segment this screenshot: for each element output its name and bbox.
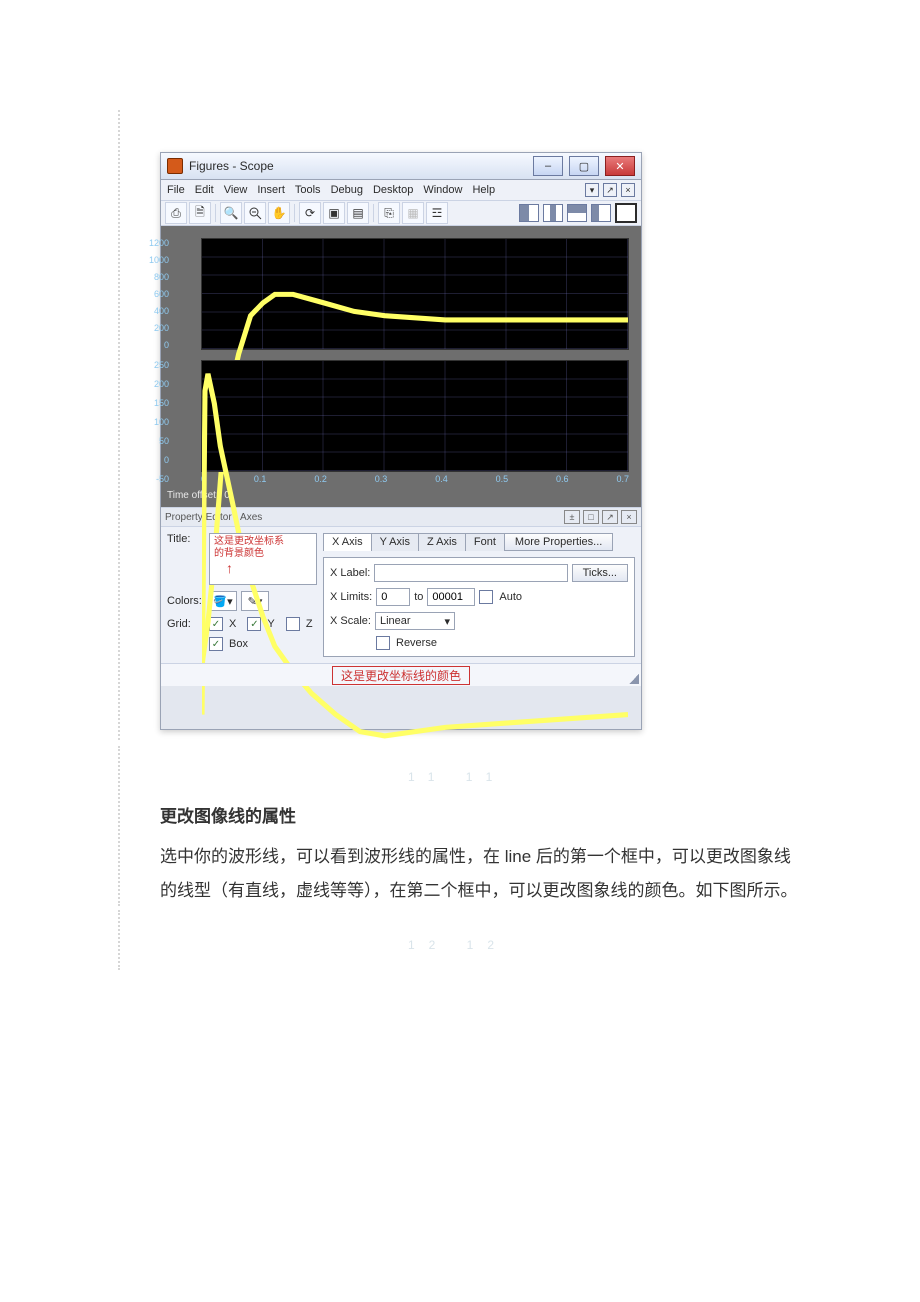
- link-icon[interactable]: ⎘: [378, 202, 400, 224]
- matlab-figure-window: Figures - Scope – ▢ ✕ File Edit View Ins…: [160, 152, 642, 730]
- section-heading: 更改图像线的属性: [160, 800, 800, 834]
- zoom-out-icon[interactable]: [244, 202, 266, 224]
- new-icon[interactable]: 🗎: [189, 202, 211, 224]
- layout-cols-icon[interactable]: [543, 204, 563, 222]
- colorbar-icon[interactable]: ▦: [402, 202, 424, 224]
- margin-dots: [118, 910, 122, 970]
- datacursor-icon[interactable]: ▣: [323, 202, 345, 224]
- axes-1[interactable]: 1200 1000 800 600 400 200 0: [171, 238, 635, 350]
- section-paragraph: 选中你的波形线，可以看到波形线的属性，在 line 后的第一个框中，可以更改图象…: [160, 840, 800, 908]
- colors-label: Colors:: [167, 595, 205, 607]
- menubar: File Edit View Insert Tools Debug Deskto…: [161, 180, 641, 201]
- layout-rows-icon[interactable]: [567, 204, 587, 222]
- menu-desktop[interactable]: Desktop: [373, 184, 413, 196]
- window-titlebar[interactable]: Figures - Scope – ▢ ✕: [161, 153, 641, 180]
- title-label: Title:: [167, 533, 205, 545]
- menubar-close-icon[interactable]: ×: [621, 183, 635, 197]
- zoom-in-icon[interactable]: 🔍: [220, 202, 242, 224]
- grid-label: Grid:: [167, 618, 205, 630]
- axes-2[interactable]: 250 200 150 100 50 0 -50 0 0.1: [171, 360, 635, 484]
- legend-icon[interactable]: ☲: [426, 202, 448, 224]
- margin-dots: [118, 746, 122, 906]
- menu-file[interactable]: File: [167, 184, 185, 196]
- menu-help[interactable]: Help: [472, 184, 495, 196]
- app-icon: [167, 158, 183, 174]
- menu-debug[interactable]: Debug: [331, 184, 363, 196]
- menu-window[interactable]: Window: [423, 184, 462, 196]
- menu-insert[interactable]: Insert: [257, 184, 285, 196]
- axes2-yticks: 250 200 150 100 50 0 -50: [141, 360, 169, 484]
- margin-dots: [118, 110, 122, 740]
- print-icon[interactable]: ⎙: [165, 202, 187, 224]
- menu-edit[interactable]: Edit: [195, 184, 214, 196]
- footer-annotation: 这是更改坐标线的颜色: [161, 663, 641, 686]
- title-input[interactable]: 这是更改坐标系 的背景颜色 ↑: [209, 533, 317, 585]
- resize-grip-icon[interactable]: [629, 674, 639, 684]
- close-button[interactable]: ✕: [605, 156, 635, 176]
- rotate-icon[interactable]: ⟳: [299, 202, 321, 224]
- minimize-button[interactable]: –: [533, 156, 563, 176]
- layout-float-icon[interactable]: [591, 204, 611, 222]
- annotation-arrow-icon: ↑: [226, 562, 233, 574]
- brush-icon[interactable]: ▤: [347, 202, 369, 224]
- menu-view[interactable]: View: [224, 184, 248, 196]
- layout-grid-icon[interactable]: [519, 204, 539, 222]
- pan-icon[interactable]: ✋: [268, 202, 290, 224]
- dock-drop-icon[interactable]: ▾: [585, 183, 599, 197]
- layout-max-icon[interactable]: [615, 203, 637, 223]
- window-title: Figures - Scope: [189, 159, 274, 173]
- plot-area: 1200 1000 800 600 400 200 0: [161, 226, 641, 507]
- article-body: 更改图像线的属性 选中你的波形线，可以看到波形线的属性，在 line 后的第一个…: [160, 800, 800, 908]
- menu-tools[interactable]: Tools: [295, 184, 321, 196]
- undock-icon[interactable]: ↗: [603, 183, 617, 197]
- faint-page-mark: 12 12: [408, 938, 508, 952]
- figure-toolbar: ⎙ 🗎 🔍 ✋ ⟳ ▣ ▤ ⎘ ▦ ☲: [161, 201, 641, 226]
- maximize-button[interactable]: ▢: [569, 156, 599, 176]
- layout-buttons: [519, 203, 637, 223]
- axes1-yticks: 1200 1000 800 600 400 200 0: [141, 238, 169, 350]
